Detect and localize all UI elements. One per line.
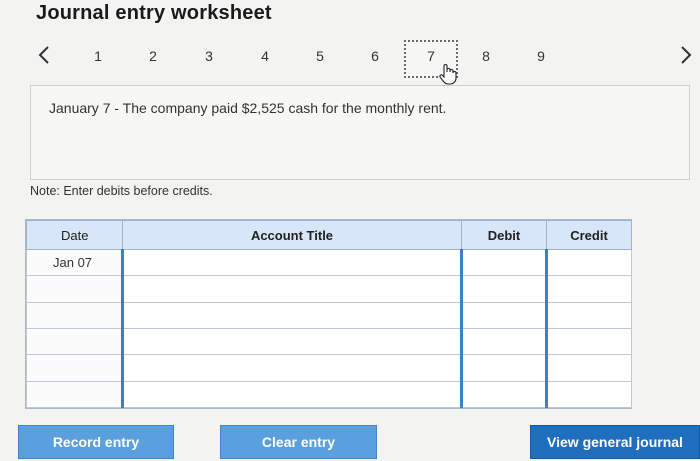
account-title-input[interactable] [121,275,462,303]
debit-input[interactable] [460,327,547,356]
page-9[interactable]: 9 [531,48,551,64]
date-cell [26,301,123,329]
page-4[interactable]: 4 [255,48,275,64]
table-row [26,354,632,382]
table-row [26,327,632,356]
journal-entry-table: Date Account Title Debit Credit Jan 07 [25,219,632,409]
credit-input[interactable] [545,301,632,329]
date-cell [26,275,123,303]
page-1[interactable]: 1 [88,48,108,64]
date-cell [26,380,123,409]
credit-input[interactable] [545,275,632,303]
view-general-journal-button[interactable]: View general journal [530,425,700,459]
date-cell [26,354,123,382]
credit-input[interactable] [545,327,632,356]
credit-column-header: Credit [546,220,632,250]
page-6[interactable]: 6 [365,48,385,64]
date-column-header: Date [26,220,123,250]
transaction-prompt-box: January 7 - The company paid $2,525 cash… [30,85,690,180]
credit-input[interactable] [545,248,632,277]
chevron-right-icon[interactable] [675,44,697,66]
page-title: Journal entry worksheet [36,2,272,24]
debit-column-header: Debit [461,220,547,250]
table-row: Jan 07 [26,248,632,277]
transaction-description: January 7 - The company paid $2,525 cash… [49,100,447,116]
table-row [26,275,632,303]
page-navigator: 1 2 3 4 5 6 7 8 9 [0,38,700,82]
credit-input[interactable] [545,380,632,409]
debit-input[interactable] [460,301,547,329]
page-3[interactable]: 3 [199,48,219,64]
account-title-input[interactable] [121,380,462,409]
account-title-input[interactable] [121,354,462,382]
account-title-input[interactable] [121,248,462,277]
record-entry-button[interactable]: Record entry [18,425,174,459]
date-cell: Jan 07 [26,248,123,277]
account-title-column-header: Account Title [122,220,462,250]
table-row [26,301,632,329]
credit-input[interactable] [545,354,632,382]
debit-input[interactable] [460,275,547,303]
table-header-row: Date Account Title Debit Credit [26,220,632,250]
journal-entry-worksheet: Journal entry worksheet 1 2 3 4 5 6 7 8 … [0,0,700,461]
page-5[interactable]: 5 [310,48,330,64]
hand-pointer-icon [439,64,457,85]
debit-input[interactable] [460,354,547,382]
page-8[interactable]: 8 [476,48,496,64]
debit-input[interactable] [460,248,547,277]
chevron-left-icon[interactable] [33,44,55,66]
page-2[interactable]: 2 [143,48,163,64]
debit-input[interactable] [460,380,547,409]
table-row [26,380,632,409]
clear-entry-button[interactable]: Clear entry [220,425,377,459]
instruction-note: Note: Enter debits before credits. [30,184,213,198]
date-cell [26,327,123,356]
account-title-input[interactable] [121,301,462,329]
account-title-input[interactable] [121,327,462,356]
